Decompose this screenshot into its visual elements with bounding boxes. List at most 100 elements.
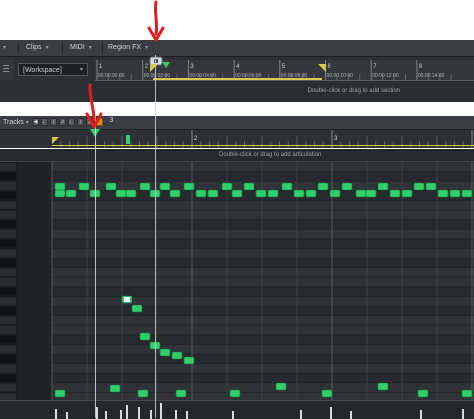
loop-region-bar-roll[interactable] (52, 145, 474, 146)
bar-number: 3 (190, 64, 194, 70)
midi-note (229, 389, 241, 398)
key-row (52, 373, 474, 383)
midi-note (449, 189, 461, 198)
velocity-bar (126, 405, 128, 419)
timecode-label: 00:00:10:00 (327, 73, 354, 79)
midi-note (183, 182, 195, 191)
piano-key (0, 249, 16, 257)
clips-menu[interactable]: Clips ▾ (20, 42, 55, 54)
clips-menu-label: Clips (26, 44, 42, 51)
piano-key (0, 393, 16, 400)
velocity-bars (55, 403, 464, 419)
midi-note (54, 189, 66, 198)
triplet-count-label: 3 (109, 117, 114, 124)
piano-roll-grid[interactable] (0, 162, 474, 400)
piano-key (0, 364, 16, 373)
add-section-hint: Double-click or drag to add section (307, 88, 400, 94)
key-row (52, 162, 474, 172)
piano-key (0, 345, 16, 353)
menu-separator (18, 43, 19, 53)
midi-note (329, 189, 341, 198)
midi-note (341, 182, 353, 191)
piano-key (0, 201, 16, 209)
chevron-down-icon: ▾ (88, 45, 92, 51)
midi-note (293, 189, 305, 198)
key-row (52, 238, 474, 249)
midi-note (389, 189, 401, 198)
loop-end-marker-icon[interactable] (318, 64, 326, 72)
midi-note (255, 189, 267, 198)
bar-number: 7 (373, 64, 377, 70)
selected-note-highlight (124, 297, 130, 302)
midi-note (54, 389, 66, 398)
tracks-label[interactable]: Tracks ▾ (3, 117, 29, 129)
piano-key (0, 239, 16, 248)
midi-note (105, 182, 117, 191)
annotation-arrow-icon (85, 83, 103, 129)
tool-arrow-icon[interactable]: ◀ (32, 118, 39, 126)
bar-number: 6 (328, 64, 332, 70)
piano-key (0, 326, 16, 334)
piano-key (0, 278, 16, 286)
piano-key (0, 316, 16, 325)
top-whitespace (0, 0, 474, 40)
chevron-down-icon: ▾ (79, 67, 83, 73)
midi-note (413, 182, 425, 191)
key-row (52, 306, 474, 316)
key-row (52, 334, 474, 345)
loop-region-bar[interactable] (153, 78, 322, 80)
midi-menu-label: MIDI (70, 44, 85, 51)
piano-key (0, 191, 16, 200)
key-row (52, 267, 474, 278)
key-row (52, 210, 474, 220)
track-icon-strip (0, 60, 14, 80)
velocity-bar (160, 403, 162, 419)
marker-flag-icon[interactable] (126, 135, 130, 144)
midi-note (365, 189, 377, 198)
midi-note (305, 189, 317, 198)
midi-note (461, 189, 473, 198)
midi-note (115, 189, 127, 198)
midi-menu[interactable]: MIDI ▾ (64, 42, 98, 54)
velocity-bar (138, 407, 140, 419)
bar-number: 5 (282, 64, 286, 70)
region-fx-menu-label: Region FX (108, 44, 142, 51)
bar-number: 1 (99, 64, 103, 70)
menu-left-caret[interactable]: ▾ (0, 42, 9, 54)
midi-note (109, 384, 121, 393)
midi-note (281, 182, 293, 191)
piano-key (0, 182, 16, 190)
menu-separator (62, 43, 63, 53)
key-row (52, 229, 474, 239)
timecode-label: 00:00:14:00 (418, 73, 445, 79)
key-row (52, 171, 474, 182)
midi-note (267, 189, 279, 198)
tracks-label-text: Tracks (3, 119, 24, 126)
key-row (52, 392, 474, 400)
grid-icon (3, 65, 9, 72)
midi-note (437, 189, 449, 198)
midi-note (171, 351, 183, 360)
velocity-lane[interactable] (0, 400, 474, 419)
velocity-bar (330, 407, 332, 419)
tool-eighth-note-icon[interactable]: ♪ (50, 118, 57, 126)
key-row (52, 286, 474, 297)
piano-key (0, 163, 16, 171)
loop-start-marker-icon[interactable] (150, 64, 158, 72)
tool-quarter-note-icon[interactable]: ♩ (41, 118, 48, 126)
tool-sixteenth-note-icon[interactable]: ♫ (59, 118, 66, 126)
midi-note (401, 189, 413, 198)
workspace-dropdown[interactable]: [Workspace] ▾ (18, 63, 88, 76)
piano-key (0, 211, 16, 219)
key-label-column (18, 162, 52, 400)
midi-note (275, 382, 287, 391)
loop-start-marker-icon[interactable] (52, 137, 59, 144)
playhead-marker-icon[interactable] (162, 62, 170, 70)
piano-key (0, 335, 16, 344)
piano-key (0, 374, 16, 382)
timecode-label: 00:00:00:00 (98, 73, 125, 79)
midi-note (183, 356, 195, 365)
tool-note-icon[interactable]: ♩ (68, 118, 75, 126)
key-row (52, 344, 474, 354)
midi-note (377, 182, 389, 191)
